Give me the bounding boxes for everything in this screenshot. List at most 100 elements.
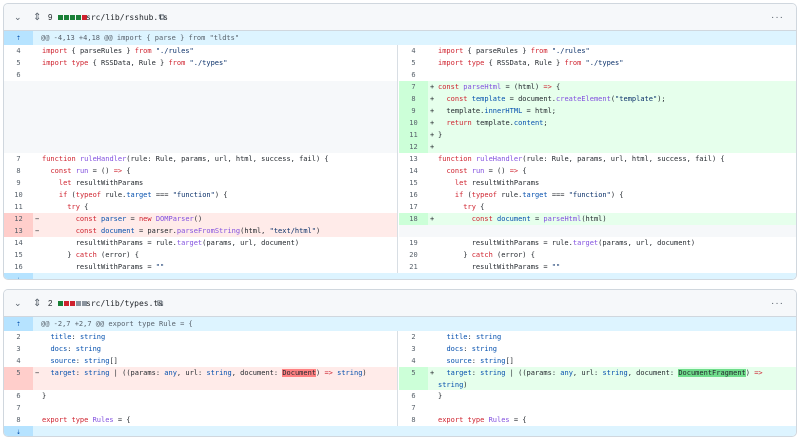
copy-icon[interactable]: ⧉ [159,4,170,31]
diff-row: 13− const document = parser.parseFromStr… [4,225,796,237]
line-number[interactable]: 2 [399,331,428,343]
expand-up-icon[interactable]: ⇡ [4,31,33,45]
code-line: resultWithParams = "" [438,263,561,271]
diffstat-block [64,301,69,307]
line-number[interactable]: 2 [4,331,33,343]
line-number[interactable]: 16 [4,261,33,273]
diff-row: 7 function ruleHandler(rule: Rule, params… [4,153,796,165]
deleted-line: 12− const parser = new DOMParser() [4,213,398,225]
line-number[interactable]: 5 [399,57,428,69]
code-line: } catch (error) { [438,251,535,259]
expand-down-icon[interactable]: ⇣ [4,273,33,279]
code-line: try { [463,203,485,211]
diff-row: 7 7 [4,402,796,414]
addition-sign: + [430,143,435,151]
line-number[interactable]: 4 [399,45,428,57]
line-number[interactable]: 8 [399,93,428,105]
line-number[interactable]: 6 [4,390,33,402]
diffstat-block [70,301,75,307]
line-number[interactable]: 12 [399,141,428,153]
code-line: } [438,131,443,139]
line-number[interactable]: 7 [4,153,33,165]
kebab-horizontal-icon[interactable]: ··· [771,290,784,317]
expand-row[interactable]: ⇣ [4,426,796,436]
unfold-icon[interactable]: ⇕ [33,290,45,317]
line-number[interactable]: 21 [399,261,428,273]
code-line: import { parseRules } from "./rules" [42,47,194,55]
code-line: resultWithParams = rule.target(params, u… [42,239,300,247]
code-line: let resultWithParams [58,179,144,187]
line-number[interactable]: 6 [4,69,33,81]
code-line: function ruleHandler(rule: Rule, params,… [438,155,725,163]
line-number[interactable]: 8 [4,165,33,177]
line-number[interactable]: 12 [4,213,33,225]
file-header: ⌄ ⇕ 2 src/lib/types.ts ⧉ ··· [4,290,796,317]
code-line: source: string[] [446,357,514,365]
code-line: template.innerHTML = html; [438,107,557,115]
line-number[interactable]: 16 [399,189,428,201]
code-line: try { [67,203,89,211]
line-number[interactable]: 14 [399,165,428,177]
line-number[interactable]: 18 [399,213,428,225]
diff-row: 11 try { 17 try { [4,201,796,213]
line-number[interactable]: 5 [4,57,33,69]
line-number[interactable]: 11 [399,129,428,141]
code-line: const run = () => { [446,167,527,175]
line-number[interactable]: 6 [399,390,428,402]
line-number[interactable]: 7 [4,402,33,414]
added-line: 18 + const document = parseHtml(html) [399,213,796,225]
diff-table: ⇡ @@ -2,7 +2,7 @@ export type Rule = { 2… [4,317,796,436]
line-number[interactable]: 13 [399,153,428,165]
line-number[interactable]: 14 [4,237,33,249]
added-row: 9 + template.innerHTML = html; [4,105,796,117]
line-number[interactable]: 13 [4,225,33,237]
line-number[interactable]: 5 [4,367,33,390]
line-number[interactable]: 7 [399,81,428,93]
expand-down-icon[interactable]: ⇣ [4,426,33,436]
expand-up-icon[interactable]: ⇡ [4,317,33,331]
line-number[interactable]: 4 [4,45,33,57]
line-number[interactable]: 5 [399,367,428,390]
unfold-icon[interactable]: ⇕ [33,4,45,31]
diff-row: 14 resultWithParams = rule.target(params… [4,237,796,249]
line-number[interactable]: 20 [399,249,428,261]
line-number[interactable]: 3 [4,343,33,355]
line-number[interactable]: 19 [399,237,428,249]
line-number[interactable]: 17 [399,201,428,213]
diff-file: ⌄ ⇕ 2 src/lib/types.ts ⧉ ··· ⇡ @@ -2,7 +… [3,289,797,437]
added-row: 8 + const template = document.createEleme… [4,93,796,105]
line-number[interactable]: 10 [399,117,428,129]
code-line: const document = parser.parseFromString(… [75,227,321,235]
line-number[interactable]: 7 [399,402,428,414]
diffstat-block [58,15,63,21]
hunk-header-text: @@ -4,13 +4,18 @@ import { parse } from … [41,34,240,42]
file-name[interactable]: src/lib/rsshub.ts [86,4,168,31]
diff-row: 15 } catch (error) { 20 } catch (error) … [4,249,796,261]
diff-row: 4 import { parseRules } from "./rules" 4 i… [4,45,796,57]
line-number[interactable]: 9 [4,177,33,189]
line-number[interactable]: 6 [399,69,428,81]
line-number[interactable]: 4 [4,355,33,367]
file-name[interactable]: src/lib/types.ts [86,290,163,317]
line-number[interactable]: 3 [399,343,428,355]
line-number[interactable]: 15 [399,177,428,189]
expand-row[interactable]: ⇣ [4,273,796,279]
line-number[interactable]: 8 [4,414,33,426]
code-line: import type { RSSData, Rule } from "./ty… [438,59,624,67]
line-number[interactable]: 9 [399,105,428,117]
code-line: source: string[] [50,357,118,365]
line-number[interactable]: 11 [4,201,33,213]
copy-icon[interactable]: ⧉ [157,290,168,317]
diff-row: 2 title: string 2 title: string [4,331,796,343]
line-number[interactable]: 10 [4,189,33,201]
diffstat [58,290,88,317]
line-number[interactable]: 15 [4,249,33,261]
line-number[interactable]: 4 [399,355,428,367]
chevron-collapse-icon[interactable]: ⌄ [14,4,26,31]
added-line: 5 + target: string | ((params: any, url: … [399,367,796,390]
chevron-collapse-icon[interactable]: ⌄ [14,290,26,317]
line-number[interactable]: 8 [399,414,428,426]
code-line: resultWithParams = "" [42,263,165,271]
kebab-horizontal-icon[interactable]: ··· [771,4,784,31]
code-line: const parseHtml = (html) => { [438,83,561,91]
